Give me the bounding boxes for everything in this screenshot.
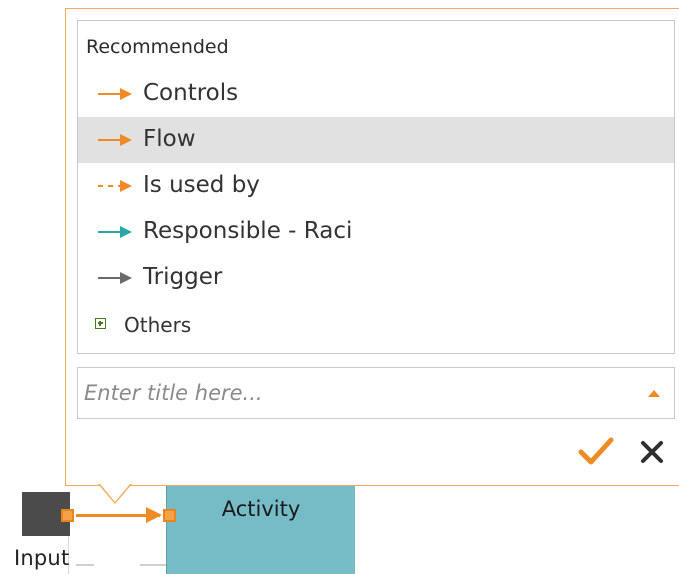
solid-arrow-icon (98, 134, 132, 146)
expand-plus-icon[interactable] (95, 318, 106, 329)
close-icon (641, 441, 663, 463)
title-input[interactable] (84, 374, 624, 412)
others-group-toggle[interactable]: Others (78, 313, 674, 345)
solid-arrow-icon (98, 88, 132, 100)
checkmark-icon (578, 437, 614, 465)
canvas: Input Activity Recommended Controls Flow… (0, 0, 679, 574)
activity-object[interactable]: Activity (166, 484, 355, 574)
title-combobox[interactable] (77, 367, 675, 419)
list-item-flow[interactable]: Flow (78, 117, 674, 163)
list-item-trigger[interactable]: Trigger (78, 255, 674, 301)
solid-arrow-icon (98, 226, 132, 238)
popup-pointer-fill (100, 484, 130, 502)
confirm-button[interactable] (577, 434, 615, 470)
others-label: Others (124, 313, 192, 337)
connector-stub (76, 564, 94, 566)
dashed-arrow-icon (98, 180, 132, 192)
list-item-controls[interactable]: Controls (78, 71, 674, 117)
list-item-label: Trigger (143, 264, 223, 290)
connection-type-list: Recommended Controls Flow Is used by Res… (77, 20, 675, 354)
list-item-label: Flow (143, 126, 196, 152)
list-item-label: Is used by (143, 172, 260, 198)
connector-stub (140, 564, 166, 566)
dropdown-caret-icon[interactable] (648, 390, 660, 397)
flow-connection-arrowhead (146, 507, 162, 523)
connection-end-handle[interactable] (163, 509, 176, 522)
list-item-label: Responsible - Raci (143, 218, 353, 244)
section-title-recommended: Recommended (86, 36, 229, 58)
activity-label: Activity (221, 497, 301, 521)
solid-arrow-icon (98, 272, 132, 284)
cancel-button[interactable] (636, 436, 668, 468)
connection-start-handle[interactable] (61, 509, 74, 522)
list-item-label: Controls (143, 80, 239, 106)
list-item-responsible-raci[interactable]: Responsible - Raci (78, 209, 674, 255)
list-item-is-used-by[interactable]: Is used by (78, 163, 674, 209)
input-label: Input (14, 546, 70, 570)
